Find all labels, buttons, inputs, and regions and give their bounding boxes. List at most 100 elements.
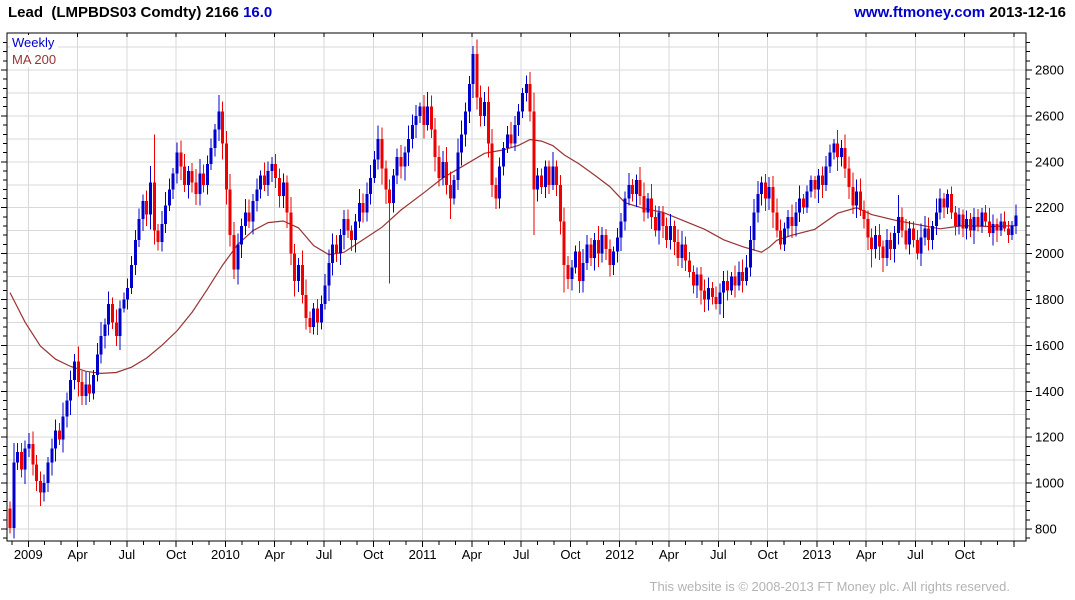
chart-page: Lead (LMPBDS03 Comdty) 2166 16.0 www.ftm… <box>0 0 1075 600</box>
candle-body <box>323 285 327 305</box>
candle-body <box>160 223 164 243</box>
candle-body <box>942 198 946 208</box>
candle-body <box>361 203 365 213</box>
candle-body <box>877 235 881 247</box>
candle-body <box>198 173 202 194</box>
candle-body <box>930 226 934 240</box>
price-chart: 800 1000 1200 1400 1600 1800 2000 2200 2400 2600 2… <box>1 32 1064 562</box>
candle-body <box>707 288 711 300</box>
candle-body <box>896 216 900 233</box>
candle-body <box>414 115 418 126</box>
candle-body <box>505 134 509 149</box>
candle-body <box>156 230 160 243</box>
candle-body <box>1003 221 1007 229</box>
candle-body <box>866 219 870 238</box>
candle-body <box>809 180 813 192</box>
candle-body <box>600 235 604 254</box>
candle-body <box>934 212 938 227</box>
candle-body <box>76 361 80 383</box>
x-tick-label: 2012 <box>605 547 634 562</box>
candle-body <box>722 281 726 293</box>
candle-body <box>297 265 301 282</box>
candle-body <box>259 175 263 190</box>
candle-body <box>471 53 475 84</box>
candle-body <box>418 106 422 116</box>
candle-body <box>631 184 635 194</box>
candle-body <box>331 244 335 263</box>
candle-body <box>31 444 35 465</box>
candle-body <box>710 288 714 298</box>
candle-body <box>953 212 957 227</box>
y-tick-label: 2400 <box>1035 154 1064 169</box>
candle-body <box>539 175 543 188</box>
gridlines <box>7 33 1026 541</box>
x-tick-label: Oct <box>560 547 581 562</box>
candle-body <box>650 198 654 217</box>
candle-body <box>782 228 786 245</box>
candle-body <box>756 193 760 213</box>
candle-body <box>923 228 927 238</box>
candle-body <box>767 187 771 199</box>
candle-body <box>164 205 168 224</box>
candle-body <box>247 212 251 222</box>
plot-border <box>6 32 1027 542</box>
ma-200-line <box>9 138 1017 375</box>
candle-body <box>517 111 521 126</box>
candle-body <box>148 182 152 215</box>
candle-body <box>61 416 65 440</box>
candle-body <box>938 198 942 213</box>
candle-body <box>794 212 798 227</box>
candle-body <box>319 304 323 323</box>
candle-body <box>684 244 688 261</box>
candle-body <box>596 239 600 254</box>
candle-body <box>315 308 319 323</box>
candle-body <box>334 244 338 254</box>
y-tick-label: 1200 <box>1035 430 1064 445</box>
candle-body <box>376 138 380 160</box>
candle-body <box>824 166 828 185</box>
candle-body <box>274 164 278 178</box>
candle-body <box>729 276 733 291</box>
candle-body <box>388 189 392 204</box>
axis-ticks <box>1 33 1032 547</box>
candle-body <box>338 235 342 254</box>
candle-body <box>152 182 156 231</box>
candle-body <box>900 216 904 231</box>
candle-body <box>205 164 209 185</box>
candle-body <box>327 262 331 286</box>
candle-body <box>980 212 984 227</box>
candle-body <box>483 102 487 116</box>
candle-body <box>369 177 373 194</box>
candle-body <box>65 400 69 417</box>
candle-body <box>987 221 991 233</box>
y-tick-label: 1000 <box>1035 476 1064 491</box>
candle-body <box>403 152 407 167</box>
candle-body <box>114 322 118 337</box>
candle-body <box>676 242 680 259</box>
candle-body <box>995 223 999 231</box>
candle-body <box>228 189 232 236</box>
candle-body <box>688 260 692 272</box>
candle-body <box>904 230 908 245</box>
candle-body <box>801 198 805 208</box>
candle-body <box>612 251 616 266</box>
candle-body <box>186 170 190 185</box>
candle-body <box>300 265 304 295</box>
candle-body <box>524 83 528 93</box>
candle-body <box>893 232 897 250</box>
candle-body <box>426 106 430 126</box>
candle-body <box>475 53 479 98</box>
y-tick-label: 2200 <box>1035 200 1064 215</box>
candle-body <box>619 221 623 238</box>
x-tick-label: Jul <box>119 547 136 562</box>
candle-body <box>456 152 460 181</box>
candle-body <box>16 452 20 463</box>
candle-body <box>46 462 50 484</box>
candle-body <box>703 290 707 300</box>
candle-body <box>209 148 213 165</box>
candle-body <box>858 191 862 210</box>
candle-body <box>657 212 661 231</box>
candle-body <box>12 462 16 528</box>
candle-body <box>498 166 502 199</box>
candle-body <box>27 444 31 449</box>
